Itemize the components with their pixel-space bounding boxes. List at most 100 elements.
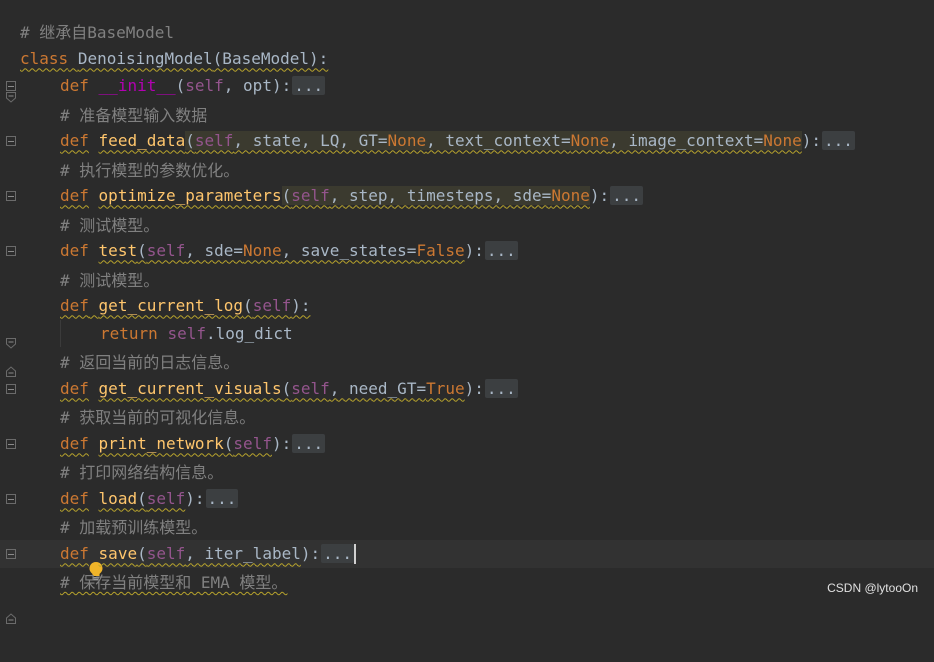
code-text: return self .log_dict [100,320,293,348]
fold-icon[interactable] [6,439,16,449]
self-param: self [233,434,272,454]
function-name: load [98,489,138,509]
code-line[interactable]: # 打印网络结构信息。 [0,457,934,485]
code-line[interactable]: def load (self):... [0,485,934,513]
code-line[interactable]: def test (self, sde=None, save_states=Fal… [0,237,934,265]
keyword: def [60,434,89,454]
none-literal: None [763,131,802,151]
paren: ( [243,296,253,316]
code-line[interactable]: def get_current_visuals (self, need_GT=Tr… [0,375,934,403]
folded-ellipsis[interactable]: ... [292,434,326,454]
folded-ellipsis[interactable]: ... [321,544,355,564]
paren: ( [137,241,147,261]
paren: ): [185,489,205,509]
comment: # 返回当前的日志信息。 [60,352,240,372]
paren: ): [271,434,292,454]
comment: # 执行模型的参数优化。 [60,160,240,180]
function-name: get_current_visuals [98,379,282,399]
comment: # 准备模型输入数据 [60,105,208,125]
keyword: def [60,241,89,261]
fold-open-icon[interactable] [6,54,16,103]
function-name: save [98,544,138,564]
function-name: print_network [98,434,224,454]
watermark: CSDN @lytooOn [827,581,918,595]
fold-icon[interactable] [6,246,16,256]
code-text: # 测试模型。 [60,210,159,238]
fold-end-icon[interactable] [6,575,16,624]
self-param: self [291,186,330,206]
class-base: (BaseModel): [212,49,329,69]
paren: ( [281,186,292,206]
keyword: def [60,76,89,96]
code-line[interactable]: # 执行模型的参数优化。 [0,155,934,183]
none-literal: None [551,186,590,206]
code-line[interactable]: class DenoisingModel (BaseModel): [0,45,934,103]
keyword: def [60,379,89,399]
code-line[interactable]: # 加载预训练模型。 [0,512,934,540]
code-line[interactable]: # 准备模型输入数据 [0,100,934,128]
code-line-current[interactable]: def save (self, iter_label):... [0,540,934,581]
code-line[interactable]: # 继承自BaseModel [0,17,934,45]
lightbulb-icon[interactable] [30,542,103,581]
code-text: def test (self, sde=None, save_states=Fal… [60,237,518,265]
keyword: def [60,131,89,151]
comment: # 打印网络结构信息。 [60,462,224,482]
params: , step, timesteps, sde= [329,186,552,206]
code-line[interactable]: def __init__(self, opt):... [0,72,934,100]
code-text: # 测试模型。 [60,265,159,293]
code-text: # 返回当前的日志信息。 [60,347,239,375]
class-name: DenoisingModel [77,49,213,69]
keyword: def [60,186,89,206]
indent-guide [60,320,61,347]
keyword: return [100,324,158,344]
code-line[interactable]: def print_network (self):... [0,430,934,458]
code-line[interactable]: # 获取当前的可视化信息。 [0,402,934,430]
fold-icon[interactable] [6,384,16,394]
code-line[interactable]: # 返回当前的日志信息。 [0,347,934,375]
code-line[interactable]: def optimize_parameters (self, step, time… [0,182,934,210]
params: , save_states= [281,241,417,261]
function-name: get_current_log [98,296,244,316]
fold-icon[interactable] [6,81,16,91]
params: , need_GT= [329,379,427,399]
fold-open-icon[interactable] [6,300,16,349]
function-name: optimize_parameters [98,186,282,206]
folded-ellipsis[interactable]: ... [205,489,239,509]
code-text: # 继承自BaseModel [20,17,174,45]
code-line[interactable]: return self .log_dict [0,320,934,377]
fold-icon[interactable] [6,549,16,559]
folded-ellipsis[interactable]: ... [484,241,518,261]
fold-icon[interactable] [6,191,16,201]
self-param: self [185,76,224,96]
text-cursor [354,543,357,564]
bool-literal: False [416,241,465,261]
code-text: # 准备模型输入数据 [60,100,207,128]
fold-icon[interactable] [6,136,16,146]
params: , opt [223,76,272,96]
comment: # 保存当前模型和 EMA 模型。 [60,572,288,592]
comment: # 加载预训练模型。 [60,517,208,537]
code-line[interactable]: # 测试模型。 [0,210,934,238]
code-text: def feed_data (self, state, LQ, GT=None, … [60,127,855,155]
folded-ellipsis[interactable]: ... [610,186,644,206]
params: , iter_label [185,544,301,564]
self-param: self [146,544,186,564]
code-text: # 加载预训练模型。 [60,512,207,540]
self-param: self [252,296,292,316]
paren: ): [589,186,610,206]
folded-ellipsis[interactable]: ... [822,131,855,151]
code-text: # 执行模型的参数优化。 [60,155,239,183]
fold-icon[interactable] [6,494,16,504]
code-line[interactable]: def get_current_log(self): [0,292,934,349]
paren: ( [175,76,186,96]
paren: ): [801,131,822,151]
folded-ellipsis[interactable]: ... [484,379,518,399]
code-text: # 获取当前的可视化信息。 [60,402,255,430]
code-line[interactable]: # 保存当前模型和 EMA 模型。 [0,567,934,624]
code-editor[interactable]: # 继承自BaseModel class DenoisingModel (Base… [0,0,934,624]
code-line[interactable]: # 测试模型。 [0,265,934,293]
keyword: class [20,49,69,69]
folded-ellipsis[interactable]: ... [292,76,326,96]
code-line[interactable]: def feed_data (self, state, LQ, GT=None, … [0,127,934,155]
fold-end-icon[interactable] [6,328,16,377]
